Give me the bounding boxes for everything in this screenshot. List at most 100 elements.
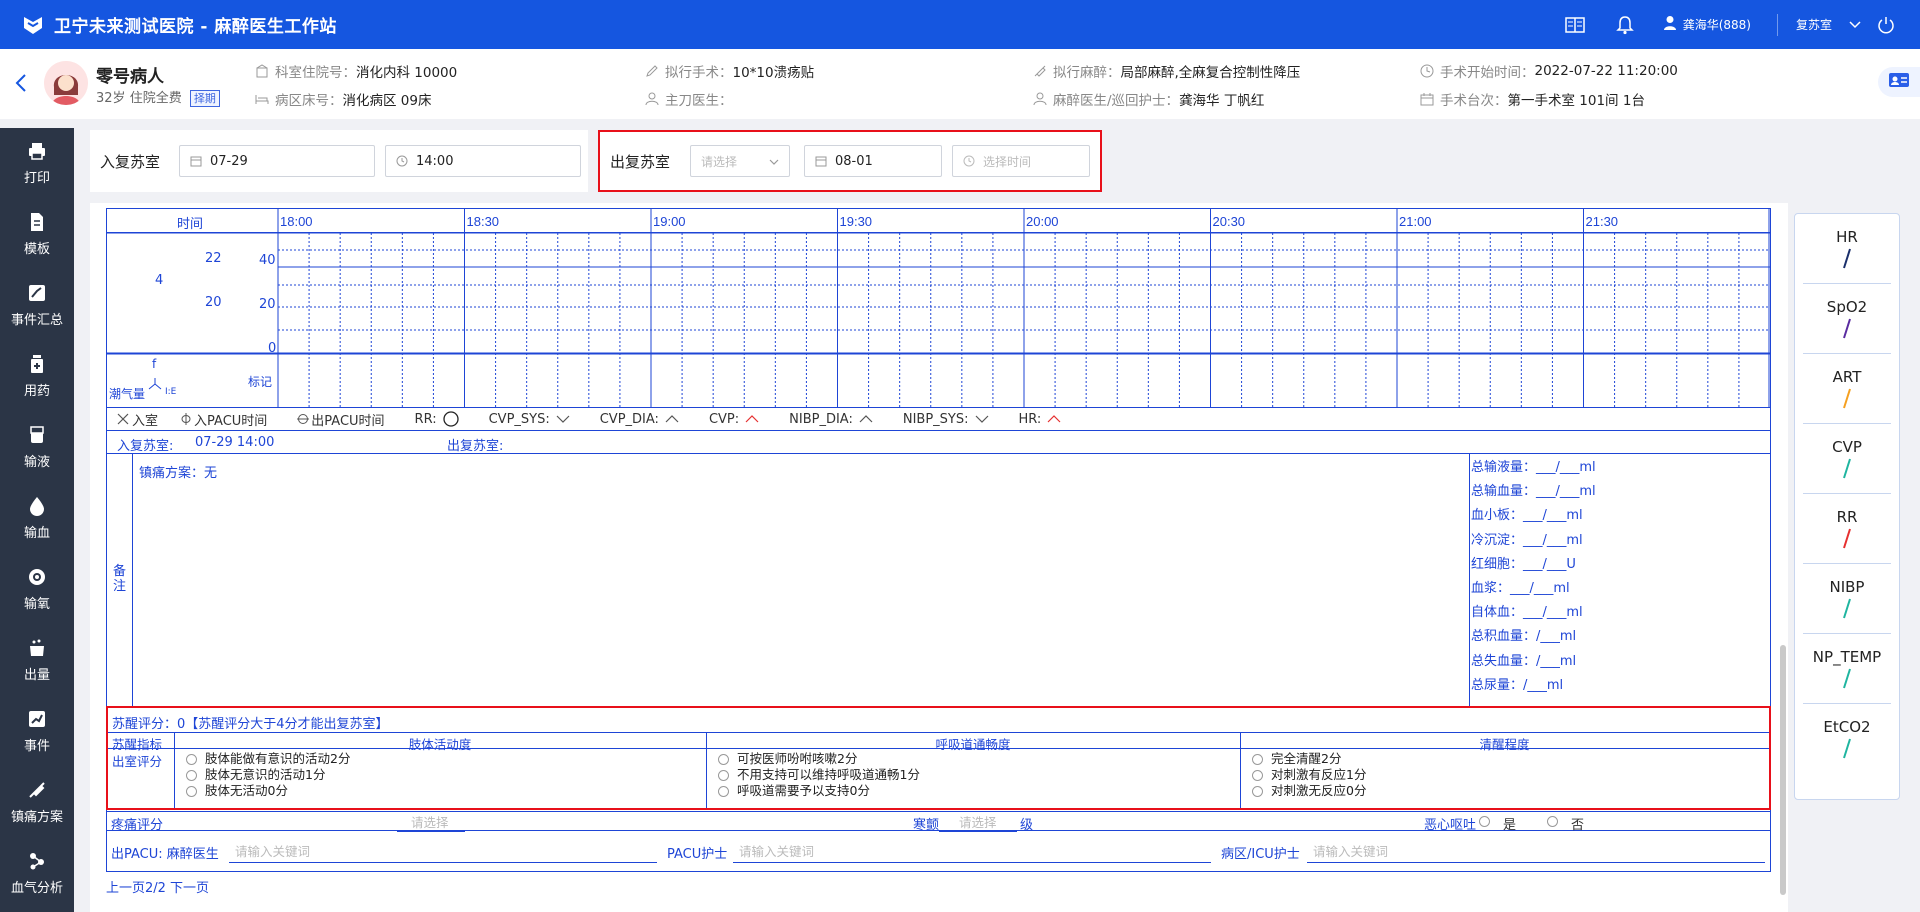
- legend-item-spo2[interactable]: SpO2: [1803, 284, 1891, 354]
- chevron-down-icon: [556, 415, 570, 423]
- patient-name: 零号病人: [96, 67, 164, 87]
- avatar: [44, 61, 88, 105]
- legend-item-np-temp[interactable]: NP_TEMP: [1803, 634, 1891, 704]
- bell-icon[interactable]: [1613, 13, 1637, 37]
- theta-icon: [297, 414, 310, 424]
- exit-date-input[interactable]: 08-01: [804, 145, 942, 177]
- vent-symbol-icon: [147, 375, 163, 394]
- score-option[interactable]: 对刺激有反应1分: [1252, 767, 1366, 783]
- calendar-icon: [190, 155, 202, 167]
- score-option[interactable]: 完全清醒2分: [1252, 751, 1366, 767]
- patient-card-button[interactable]: [1878, 67, 1920, 97]
- entry-text: 入复苏室:: [117, 439, 174, 454]
- scrollbar[interactable]: [1780, 645, 1786, 895]
- sidebar-item-transfusion[interactable]: 输血: [0, 483, 74, 554]
- back-icon[interactable]: [14, 73, 30, 93]
- sidebar-item-oxygen[interactable]: 输氧: [0, 554, 74, 625]
- legend-entry: RR:: [415, 411, 459, 427]
- total-item: 总失血量：/___ml: [1471, 653, 1577, 669]
- oxygen-icon: [29, 569, 45, 585]
- sidebar-item-analgesia[interactable]: 镇痛方案: [0, 767, 74, 838]
- limb-options: 肢体能做有意识的活动2分 肢体无意识的活动1分 肢体无活动0分: [186, 751, 350, 799]
- score-option[interactable]: 对刺激无反应0分: [1252, 783, 1366, 799]
- total-item: 总输液量：___/___ml: [1471, 460, 1596, 475]
- exit-select[interactable]: 请选择: [690, 145, 790, 177]
- legend-item-etco2[interactable]: EtCO2: [1803, 704, 1891, 774]
- tidal-volume-label: 潮气量: [109, 387, 146, 401]
- score-option[interactable]: 肢体能做有意识的活动2分: [186, 751, 350, 767]
- exit-score-label: 出室评分: [112, 754, 163, 769]
- nausea-yes-radio[interactable]: [1479, 816, 1490, 827]
- entry-date-input[interactable]: 07-29: [179, 145, 375, 177]
- sidebar-item-infusion[interactable]: 输液: [0, 412, 74, 483]
- time-tick-label: 18:00: [280, 214, 313, 229]
- room-name: 复苏室: [1795, 18, 1832, 32]
- score-option[interactable]: 呼吸道需要予以支持0分: [718, 783, 920, 799]
- score-option[interactable]: 肢体无意识的活动1分: [186, 767, 350, 783]
- time-tick-label: 21:00: [1399, 214, 1432, 229]
- time-tick-label: 20:30: [1213, 214, 1246, 229]
- total-item: 总积血量：/___ml: [1471, 629, 1577, 645]
- clock-icon: [1420, 64, 1434, 78]
- sidebar-item-medication[interactable]: 用药: [0, 341, 74, 412]
- entry-exit-row: 入复苏室: 07-29 14:00 出复苏室:: [107, 432, 1770, 454]
- time-tick-label: 19:30: [840, 214, 873, 229]
- user-menu[interactable]: 龚海华(888): [1663, 15, 1751, 34]
- sidebar-item-print[interactable]: 打印: [0, 128, 74, 199]
- field-ward-bed: 病区床号： 消化病区 09床: [255, 89, 431, 109]
- nausea-no-radio[interactable]: [1547, 816, 1558, 827]
- event-icon: [29, 711, 45, 727]
- calendar-icon: [815, 155, 827, 167]
- id-card-icon: [1888, 71, 1910, 93]
- clock-icon: [963, 155, 975, 167]
- recovery-score-section: 苏醒评分：0【苏醒评分大于4分才能出复苏室】 苏醒指标 出室评分 肢体活动度 呼…: [106, 706, 1771, 810]
- sidebar-item-template[interactable]: 模板: [0, 199, 74, 270]
- patient-pay-type: 住院全费: [129, 91, 182, 106]
- airway-options: 可按医师吩咐咳嗽2分 不用支持可以维持呼吸道通畅1分 呼吸道需要予以支持0分: [718, 751, 920, 799]
- legend-entry: 入室: [117, 410, 158, 429]
- score-option[interactable]: 可按医师吩咐咳嗽2分: [718, 751, 920, 767]
- entry-time-input[interactable]: 14:00: [385, 145, 581, 177]
- legend-item-art[interactable]: ART: [1803, 354, 1891, 424]
- sidebar-item-output[interactable]: 出量: [0, 625, 74, 696]
- sidebar-item-event[interactable]: 事件: [0, 696, 74, 767]
- sidebar-item-blood-gas[interactable]: 血气分析: [0, 838, 74, 909]
- score-option[interactable]: 不用支持可以维持呼吸道通畅1分: [718, 767, 920, 783]
- vitals-grid: 18:00 18:30 19:00 19:30 20:00 20:30 21:00 21:30: [107, 209, 1770, 407]
- total-item: 血小板：___/___ml: [1471, 508, 1583, 524]
- pain-select[interactable]: 请选择: [397, 812, 465, 832]
- ward-nurse-input[interactable]: 请输入关键词: [1307, 841, 1765, 863]
- sidebar-item-event-summary[interactable]: 事件汇总: [0, 270, 74, 341]
- legend-item-nibp[interactable]: NIBP: [1803, 564, 1891, 634]
- exit-recovery-card: 出复苏室 请选择 08-01 选择时间: [598, 130, 1102, 192]
- total-item: 红细胞：___/___U: [1471, 556, 1576, 572]
- user-name: 龚海华(888): [1682, 18, 1751, 32]
- legend-item-rr[interactable]: RR: [1803, 494, 1891, 564]
- line-swatch-icon: [1843, 598, 1851, 618]
- pacu-nurse-input[interactable]: 请输入关键词: [733, 841, 1211, 863]
- ie-label: I:E: [165, 387, 177, 397]
- shiver-select[interactable]: 请选择: [939, 812, 1017, 832]
- analgesia-text: 镇痛方案：无: [139, 466, 218, 481]
- score-option[interactable]: 肢体无活动0分: [186, 783, 350, 799]
- legend-entry: CVP_SYS:: [489, 412, 570, 427]
- chevron-down-icon: [769, 155, 779, 169]
- line-swatch-icon: [1843, 528, 1851, 548]
- entry-label: 入复苏室: [100, 153, 161, 171]
- pagination[interactable]: 上一页2/2 下一页: [106, 877, 209, 896]
- pacu-nurse-label: PACU护士: [667, 847, 728, 862]
- field-planned-anesthesia: 拟行麻醉： 局部麻醉,全麻复合控制性降压: [1033, 61, 1300, 81]
- x-mark-icon: [117, 413, 129, 425]
- total-item: 总输血量：___/___ml: [1471, 484, 1596, 500]
- legend-item-cvp[interactable]: CVP: [1803, 424, 1891, 494]
- pacu-doctor-input[interactable]: 请输入关键词: [229, 841, 657, 863]
- book-icon[interactable]: [1563, 13, 1587, 37]
- molecule-icon: [30, 853, 44, 870]
- power-icon[interactable]: [1874, 13, 1898, 37]
- exit-time-input[interactable]: 选择时间: [952, 145, 1090, 177]
- legend-item-hr[interactable]: HR: [1803, 214, 1891, 284]
- legend-entry: 出PACU时间: [297, 410, 385, 429]
- axis-label: 40: [259, 253, 276, 268]
- chevron-down-icon[interactable]: [1848, 13, 1862, 37]
- consciousness-options: 完全清醒2分 对刺激有反应1分 对刺激无反应0分: [1252, 751, 1366, 799]
